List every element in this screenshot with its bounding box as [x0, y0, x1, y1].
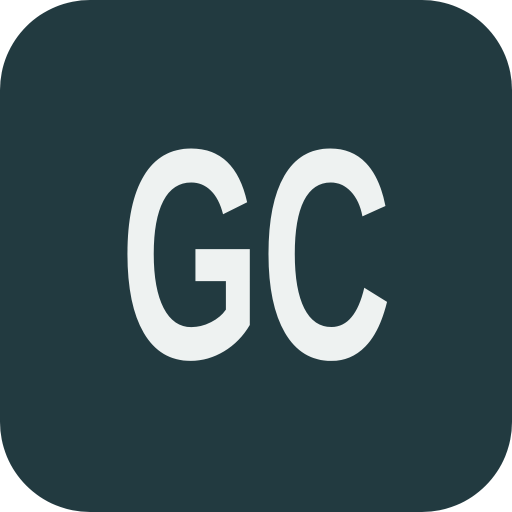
monogram-text: GC [120, 86, 392, 422]
monogram-graphic: GC [120, 86, 392, 422]
app-icon: GC [0, 0, 512, 512]
